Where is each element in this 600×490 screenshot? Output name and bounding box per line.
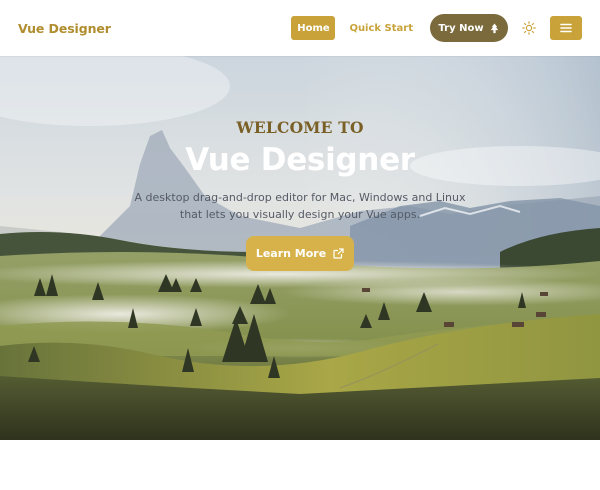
nav-menu: Home Quick Start Try Now xyxy=(291,14,582,42)
hero-title: Vue Designer xyxy=(185,142,415,178)
tree-icon xyxy=(490,22,498,33)
menu-button[interactable] xyxy=(550,16,582,40)
nav-quick-start-link[interactable]: Quick Start xyxy=(349,23,413,34)
nav-home-button[interactable]: Home xyxy=(291,16,336,40)
theme-toggle-button[interactable] xyxy=(522,21,536,35)
site-logo[interactable]: Vue Designer xyxy=(18,21,111,36)
hamburger-menu-icon xyxy=(560,23,572,33)
learn-more-button[interactable]: Learn More xyxy=(246,236,354,271)
hero-description-line-1: A desktop drag-and-drop editor for Mac, … xyxy=(134,191,466,204)
hero-eyebrow: WELCOME TO xyxy=(236,118,364,137)
top-navbar: Vue Designer Home Quick Start Try Now xyxy=(0,0,600,56)
hero-description-line-2: that lets you visually design your Vue a… xyxy=(179,208,421,221)
external-link-icon xyxy=(333,248,344,259)
hero-description: A desktop drag-and-drop editor for Mac, … xyxy=(0,189,600,223)
hero-section: WELCOME TO Vue Designer A desktop drag-a… xyxy=(0,56,600,440)
sun-icon xyxy=(522,21,536,35)
try-now-label: Try Now xyxy=(438,22,484,34)
try-now-button[interactable]: Try Now xyxy=(430,14,508,42)
learn-more-label: Learn More xyxy=(255,247,327,260)
